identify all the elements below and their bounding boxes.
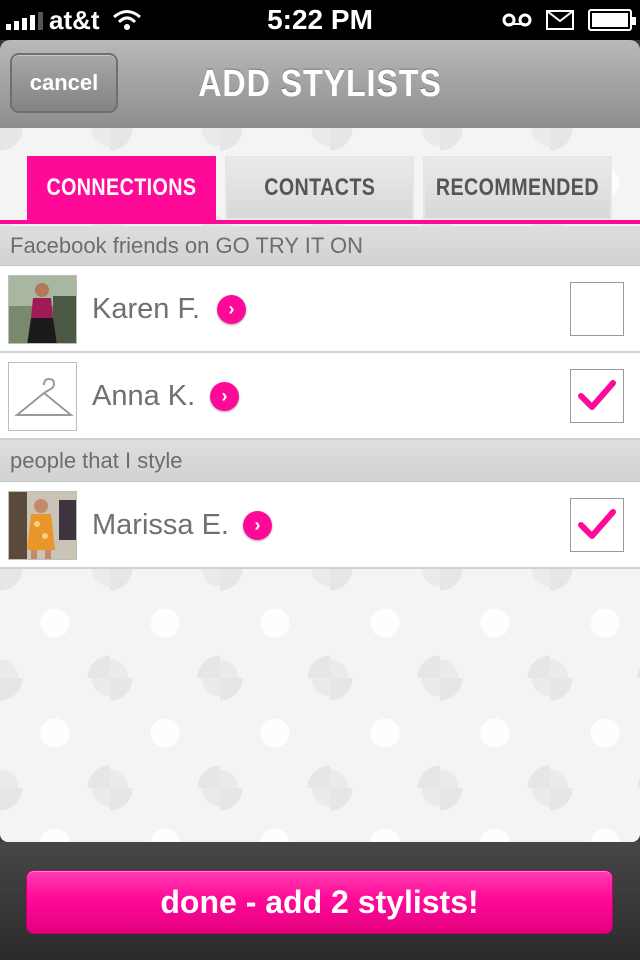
list-item-karen[interactable]: Karen F. › (0, 266, 640, 353)
status-right (502, 0, 636, 40)
select-checkbox[interactable] (570, 369, 624, 423)
avatar (8, 362, 77, 431)
tab-underline (0, 220, 640, 224)
tab-bar: CONNECTIONS CONTACTS RECOMMENDED (0, 128, 640, 224)
avatar (8, 275, 77, 344)
mail-icon (546, 10, 574, 30)
nav-bar: cancel ADD STYLISTS (0, 40, 640, 128)
list-item-marissa[interactable]: Marissa E. › (0, 482, 640, 569)
contact-name: Anna K. (92, 380, 196, 412)
bottom-bar: done - add 2 stylists! (0, 842, 640, 960)
content-area: CONNECTIONS CONTACTS RECOMMENDED Faceboo… (0, 128, 640, 842)
voicemail-icon (502, 13, 532, 27)
chevron-right-icon[interactable]: › (243, 511, 272, 540)
tab-connections-label: CONNECTIONS (46, 174, 197, 201)
tab-contacts-label: CONTACTS (263, 174, 376, 201)
section-header-facebook: Facebook friends on GO TRY IT ON (0, 226, 640, 266)
list-item-anna[interactable]: Anna K. › (0, 353, 640, 440)
battery-icon (588, 9, 636, 31)
contact-name: Karen F. (92, 293, 200, 325)
photo-avatar (9, 276, 76, 343)
contact-name: Marissa E. (92, 509, 229, 541)
chevron-right-icon[interactable]: › (210, 382, 239, 411)
section-header-people-i-style: people that I style (0, 440, 640, 482)
photo-avatar (9, 492, 76, 559)
tab-contacts[interactable]: CONTACTS (225, 156, 414, 220)
page-title: ADD STYLISTS (198, 63, 442, 105)
done-button[interactable]: done - add 2 stylists! (26, 870, 613, 934)
chevron-right-icon[interactable]: › (217, 295, 246, 324)
tab-recommended-label: RECOMMENDED (435, 174, 600, 201)
checkmark-icon (578, 380, 616, 410)
hanger-icon (9, 363, 76, 430)
tab-connections[interactable]: CONNECTIONS (27, 156, 216, 220)
select-checkbox[interactable] (570, 282, 624, 336)
select-checkbox[interactable] (570, 498, 624, 552)
status-bar: at&t 5:22 PM (0, 0, 640, 40)
avatar (8, 491, 77, 560)
tab-recommended[interactable]: RECOMMENDED (423, 156, 612, 220)
checkmark-icon (578, 509, 616, 539)
